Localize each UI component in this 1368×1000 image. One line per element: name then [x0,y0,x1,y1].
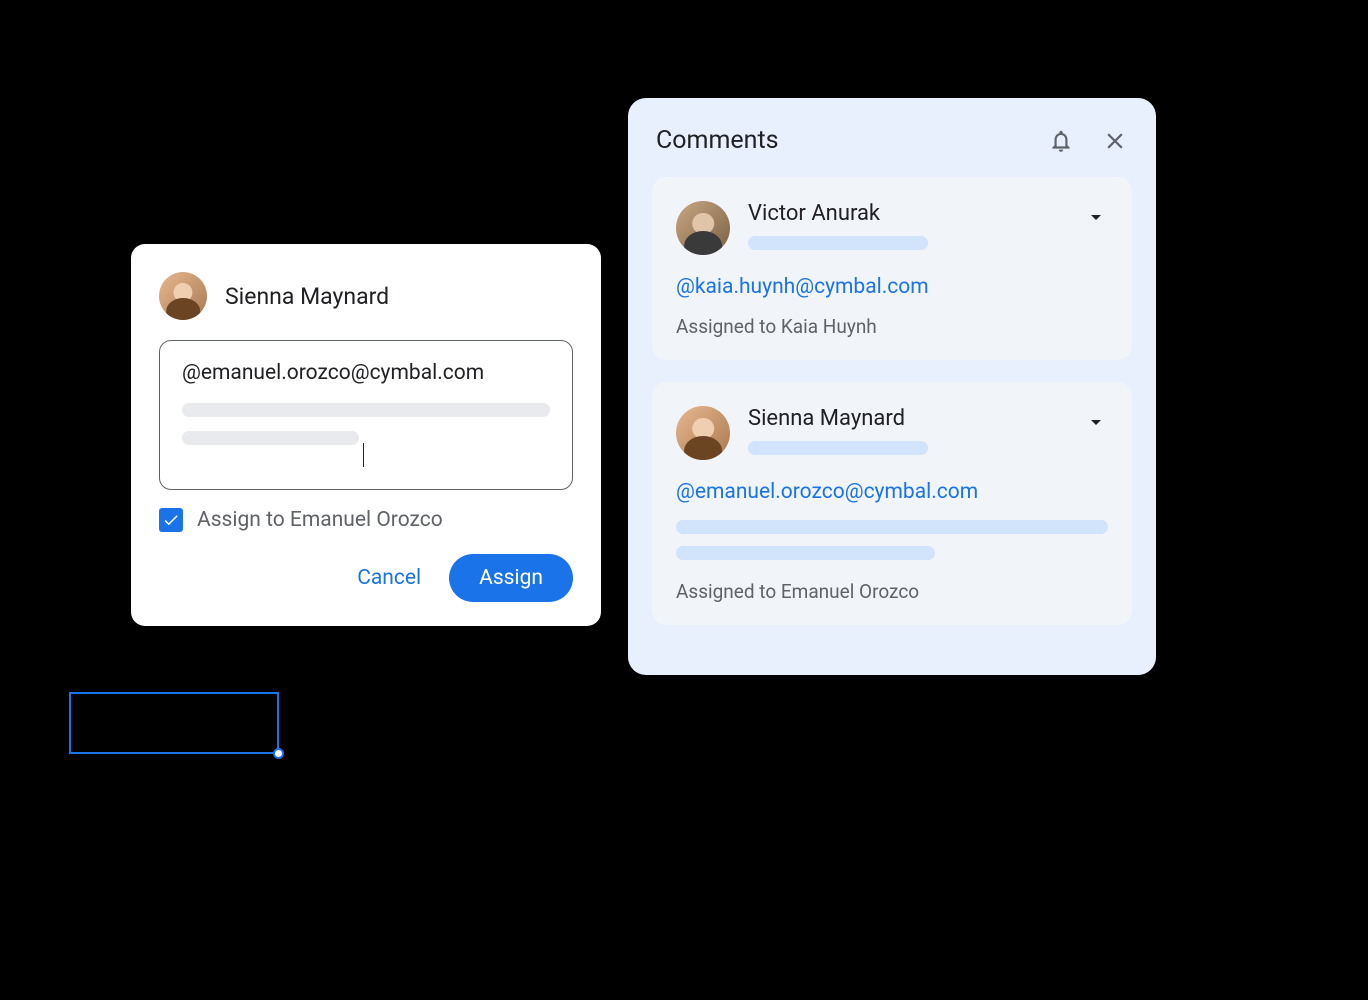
chevron-down-icon[interactable] [1084,205,1108,229]
compose-comment-card: Sienna Maynard @emanuel.orozco@cymbal.co… [131,244,601,626]
assign-checkbox[interactable] [159,508,183,532]
bell-icon[interactable] [1048,128,1074,154]
compose-actions: Cancel Assign [159,554,573,602]
assign-row: Assign to Emanuel Orozco [159,508,573,532]
comment-mention[interactable]: @kaia.huynh@cymbal.com [676,275,1108,299]
selection-rectangle[interactable] [69,692,279,754]
comment-body-placeholder [676,520,1108,560]
comment-mention[interactable]: @emanuel.orozco@cymbal.com [676,480,1108,504]
panel-header: Comments [652,126,1132,155]
comments-panel: Comments Victor Anurak @kaia.huynh@cymba… [628,98,1156,675]
assigned-to-text: Assigned to Emanuel Orozco [676,580,1108,603]
placeholder-line [182,431,359,445]
placeholder-line [748,236,928,250]
compose-header: Sienna Maynard [159,272,573,320]
chevron-down-icon[interactable] [1084,410,1108,434]
text-cursor [363,443,365,467]
assign-label: Assign to Emanuel Orozco [197,508,443,532]
assign-button[interactable]: Assign [449,554,573,602]
placeholder-line [748,441,928,455]
assigned-to-text: Assigned to Kaia Huynh [676,315,1108,338]
avatar [676,201,730,255]
selection-handle[interactable] [273,748,284,759]
avatar [159,272,207,320]
comment-card[interactable]: Victor Anurak @kaia.huynh@cymbal.com Ass… [652,177,1132,360]
avatar [676,406,730,460]
comment-card[interactable]: Sienna Maynard @emanuel.orozco@cymbal.co… [652,382,1132,625]
comment-header: Victor Anurak [676,201,1108,255]
check-icon [162,511,180,529]
comment-header: Sienna Maynard [676,406,1108,460]
panel-title: Comments [656,126,1020,155]
placeholder-line [676,520,1108,534]
comment-mention-text: @emanuel.orozco@cymbal.com [182,361,550,385]
comment-author-name: Victor Anurak [748,201,1066,226]
placeholder-line [676,546,935,560]
comment-input[interactable]: @emanuel.orozco@cymbal.com [159,340,573,490]
comment-author-name: Sienna Maynard [748,406,1066,431]
cancel-button[interactable]: Cancel [339,556,439,600]
comment-author-col: Victor Anurak [748,201,1066,255]
compose-author-name: Sienna Maynard [225,283,389,310]
comment-author-col: Sienna Maynard [748,406,1066,460]
close-icon[interactable] [1102,128,1128,154]
placeholder-line [182,403,550,417]
